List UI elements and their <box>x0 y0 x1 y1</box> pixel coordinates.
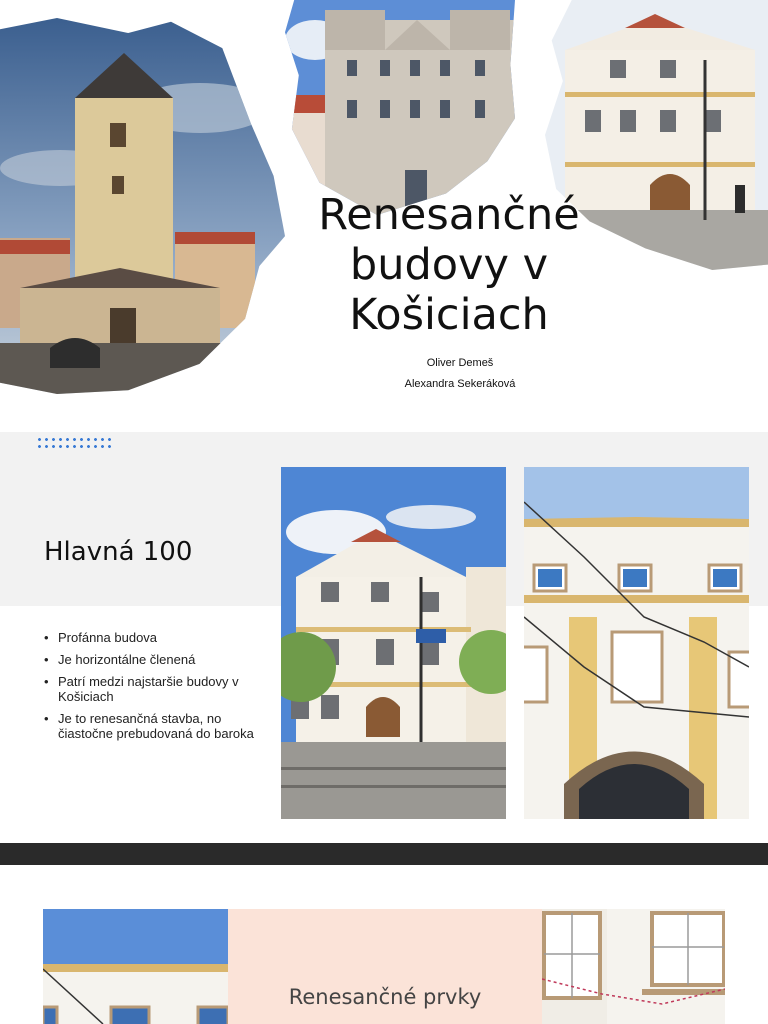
photo-hlavna-100-street <box>281 467 506 819</box>
presentation-title: Renesančné budovy v Košiciach <box>318 190 580 340</box>
content-slide-renesancne-prvky: Renesančné prvky <box>0 865 768 1024</box>
title-slide: Renesančné budovy v Košiciach Oliver Dem… <box>0 0 768 432</box>
bullet-item: Patrí medzi najstaršie budovy v Košiciac… <box>44 674 264 704</box>
photo-urban-tower <box>0 18 285 394</box>
photo-facade-detail-right <box>542 909 725 1024</box>
decorative-dots <box>36 436 114 452</box>
photo-renaissance-church <box>285 0 515 215</box>
slide-heading: Hlavná 100 <box>44 537 193 567</box>
photo-hlavna-100-facade <box>524 467 749 819</box>
bullet-item: Je to renesančná stavba, no čiastočne pr… <box>44 711 264 741</box>
bullet-item: Je horizontálne členená <box>44 652 264 667</box>
author-name: Alexandra Sekeráková <box>404 378 516 390</box>
slide-separator <box>0 843 768 865</box>
photo-facade-detail-left <box>43 909 228 1024</box>
slide-heading: Renesančné prvky <box>288 985 482 1009</box>
bullet-list: Profánna budova Je horizontálne členená … <box>44 630 264 748</box>
content-slide-hlavna-100: Hlavná 100 Profánna budova Je horizontál… <box>0 432 768 844</box>
bullet-item: Profánna budova <box>44 630 264 645</box>
author-name: Oliver Demeš <box>426 357 494 369</box>
